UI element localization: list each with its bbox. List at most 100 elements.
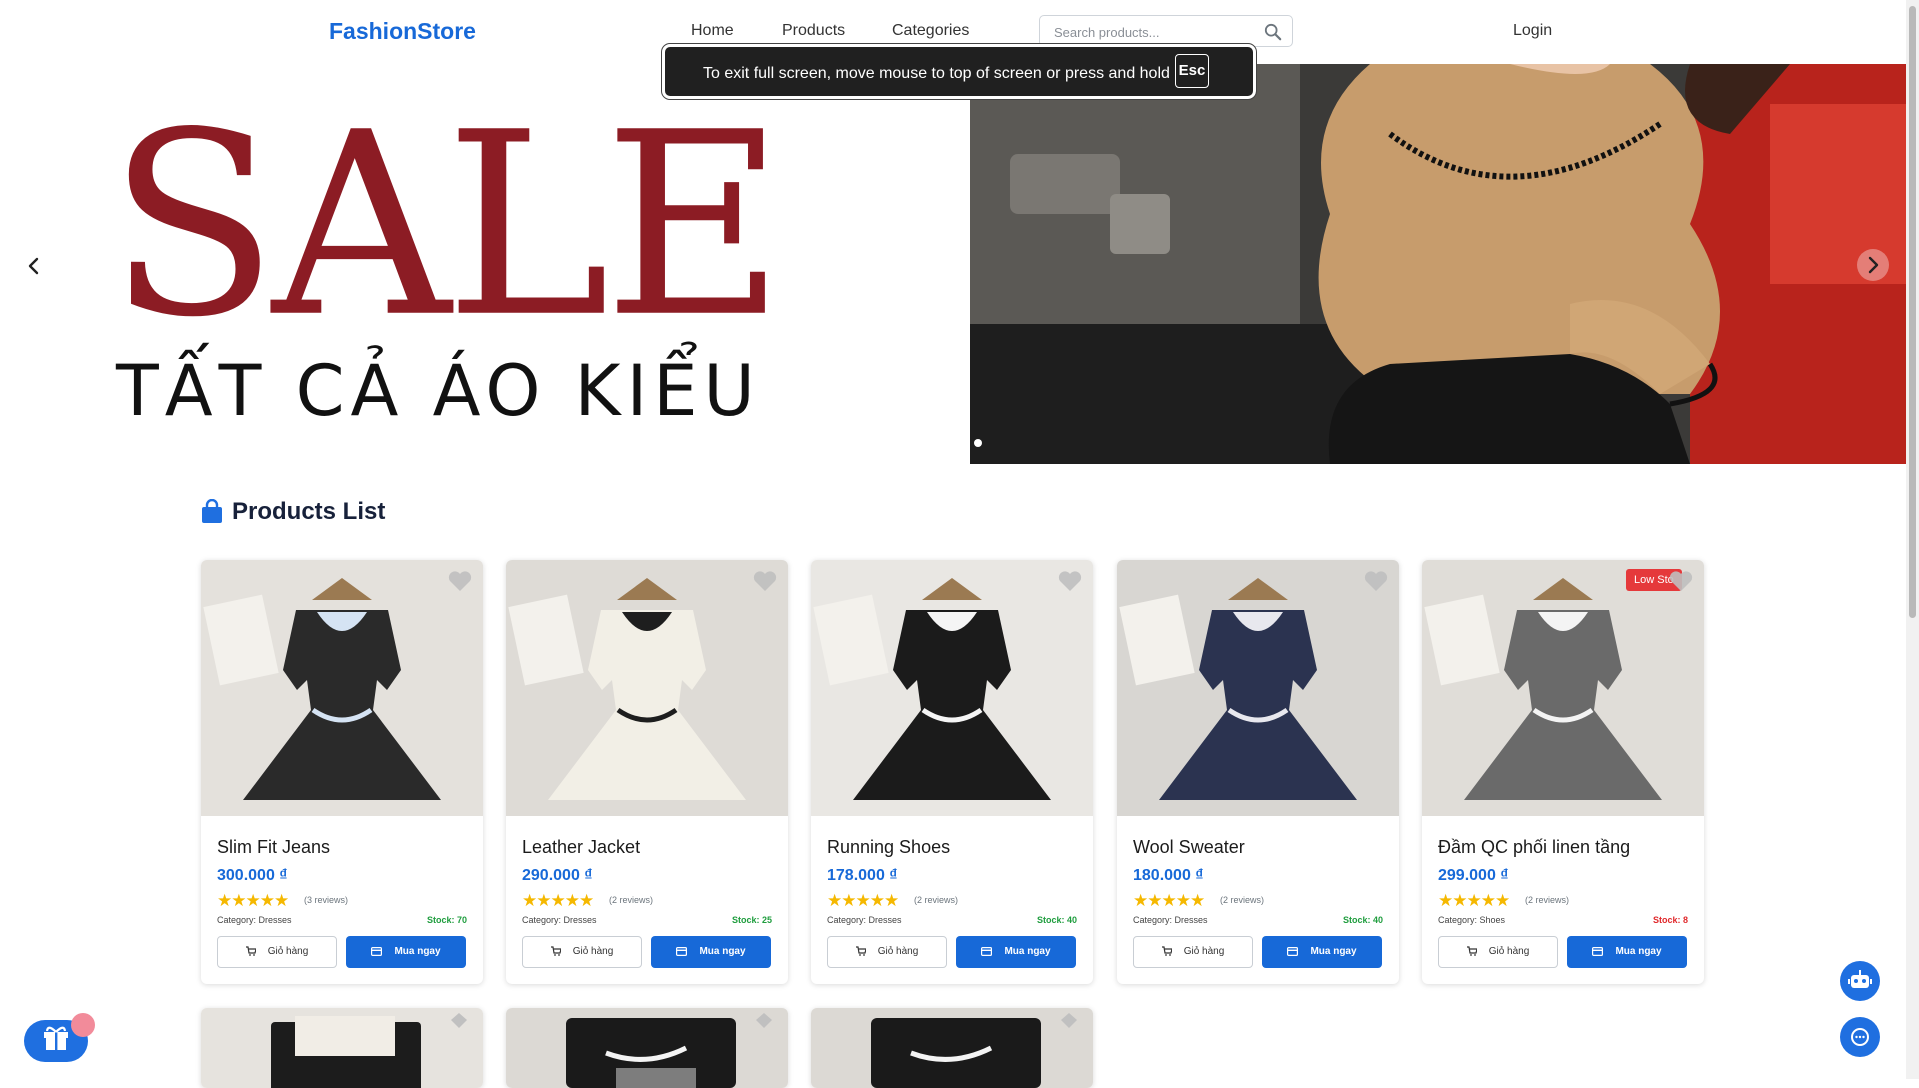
credit-card-icon [676,946,688,956]
cart-icon [245,946,256,957]
review-count: (2 reviews) [609,895,654,905]
product-card[interactable]: Đầm QC phối linen tầng 299.000 ₫ ★★★★★ (… [1422,560,1704,984]
product-name[interactable]: Running Shoes [827,837,950,858]
product-image [811,1008,1093,1088]
add-to-cart-label: Giỏ hàng [267,946,309,957]
buy-now-button[interactable]: Mua ngay [956,936,1076,968]
toast-message: To exit full screen, move mouse to top o… [703,65,1170,82]
nav-products-link[interactable]: Products [782,22,845,40]
review-count: (2 reviews) [914,895,959,905]
product-card[interactable] [811,1008,1093,1088]
buy-now-label: Mua ngay [394,946,441,957]
robot-icon [1848,970,1872,988]
product-name[interactable]: Slim Fit Jeans [217,837,330,858]
product-category: Category: Dresses [827,915,902,925]
product-card[interactable] [201,1008,483,1088]
product-image[interactable] [811,560,1093,816]
credit-card-icon [1592,946,1604,956]
chat-button[interactable] [1840,1017,1880,1057]
buy-now-button[interactable]: Mua ngay [651,936,771,968]
review-count: (3 reviews) [304,895,349,905]
search-input[interactable] [1052,22,1256,42]
product-card[interactable]: Leather Jacket 290.000 ₫ ★★★★★ (2 review… [506,560,788,984]
add-to-cart-label: Giỏ hàng [877,946,919,957]
product-image[interactable] [1117,560,1399,816]
buy-now-label: Mua ngay [1004,946,1051,957]
product-image[interactable] [201,560,483,816]
buy-now-button[interactable]: Mua ngay [346,936,466,968]
rating-stars: ★★★★★ [1438,891,1510,910]
carousel-prev-chevron-icon[interactable] [24,256,44,276]
add-to-cart-label: Giỏ hàng [572,946,614,957]
heart-icon[interactable] [447,569,473,593]
product-price: 178.000 ₫ [827,867,898,884]
heart-icon[interactable] [1057,569,1083,593]
nav-home-link[interactable]: Home [691,22,734,40]
add-to-cart-button[interactable]: Giỏ hàng [217,936,337,968]
heart-icon[interactable] [752,569,778,593]
buy-now-label: Mua ngay [1615,946,1662,957]
product-card[interactable]: Running Shoes 178.000 ₫ ★★★★★ (2 reviews… [811,560,1093,984]
product-category: Category: Dresses [217,915,292,925]
credit-card-icon [981,946,993,956]
product-category: Category: Dresses [522,915,597,925]
nav-categories-link[interactable]: Categories [892,22,969,40]
product-name[interactable]: Đầm QC phối linen tầng [1438,837,1630,858]
product-image[interactable] [1422,560,1704,816]
chatbot-button[interactable] [1840,961,1880,1001]
rating-stars: ★★★★★ [522,891,594,910]
add-to-cart-label: Giỏ hàng [1183,946,1225,957]
page-scrollbar-thumb[interactable] [1909,6,1916,618]
notification-dot [71,1013,95,1037]
fullscreen-exit-toast: To exit full screen, move mouse to top o… [661,43,1257,100]
sale-headline: SALE [108,79,785,373]
shopping-bag-icon [202,499,222,523]
product-image[interactable] [506,560,788,816]
heart-icon[interactable] [1668,569,1694,593]
esc-key-label: Esc [1175,54,1209,88]
rating-stars: ★★★★★ [827,891,899,910]
stock-count: Stock: 70 [426,915,467,925]
product-price: 180.000 ₫ [1133,867,1204,884]
credit-card-icon [371,946,383,956]
stock-count: Stock: 8 [1652,915,1688,925]
add-to-cart-button[interactable]: Giỏ hàng [827,936,947,968]
product-card[interactable]: Wool Sweater 180.000 ₫ ★★★★★ (2 reviews)… [1117,560,1399,984]
add-to-cart-button[interactable]: Giỏ hàng [522,936,642,968]
cart-icon [1466,946,1477,957]
sale-subline: TẤT CẢ ÁO KIỂU [116,350,761,432]
buy-now-label: Mua ngay [699,946,746,957]
product-card[interactable] [506,1008,788,1088]
buy-now-button[interactable]: Mua ngay [1262,936,1382,968]
product-price: 299.000 ₫ [1438,867,1509,884]
banner-model-photo [970,64,1906,464]
product-image [201,1008,483,1088]
product-image [506,1008,788,1088]
login-link[interactable]: Login [1513,22,1552,40]
rating-stars: ★★★★★ [217,891,289,910]
heart-icon[interactable] [1363,569,1389,593]
carousel-indicator-dot[interactable] [974,439,982,447]
product-price: 290.000 ₫ [522,867,593,884]
buy-now-button[interactable]: Mua ngay [1567,936,1687,968]
review-count: (2 reviews) [1220,895,1265,905]
search-icon[interactable] [1264,23,1282,41]
product-name[interactable]: Wool Sweater [1133,837,1245,858]
buy-now-label: Mua ngay [1310,946,1357,957]
product-category: Category: Shoes [1438,915,1506,925]
stock-count: Stock: 40 [1036,915,1077,925]
rating-stars: ★★★★★ [1133,891,1205,910]
cart-icon [855,946,866,957]
cart-icon [1161,946,1172,957]
add-to-cart-button[interactable]: Giỏ hàng [1438,936,1558,968]
stock-count: Stock: 40 [1342,915,1383,925]
site-logo[interactable]: FashionStore [329,18,476,45]
product-card[interactable]: Slim Fit Jeans 300.000 ₫ ★★★★★ (3 review… [201,560,483,984]
add-to-cart-button[interactable]: Giỏ hàng [1133,936,1253,968]
add-to-cart-label: Giỏ hàng [1488,946,1530,957]
product-name[interactable]: Leather Jacket [522,837,640,858]
product-category: Category: Dresses [1133,915,1208,925]
cart-icon [550,946,561,957]
products-list-heading: Products List [232,498,386,525]
carousel-next-button[interactable] [1857,249,1889,281]
